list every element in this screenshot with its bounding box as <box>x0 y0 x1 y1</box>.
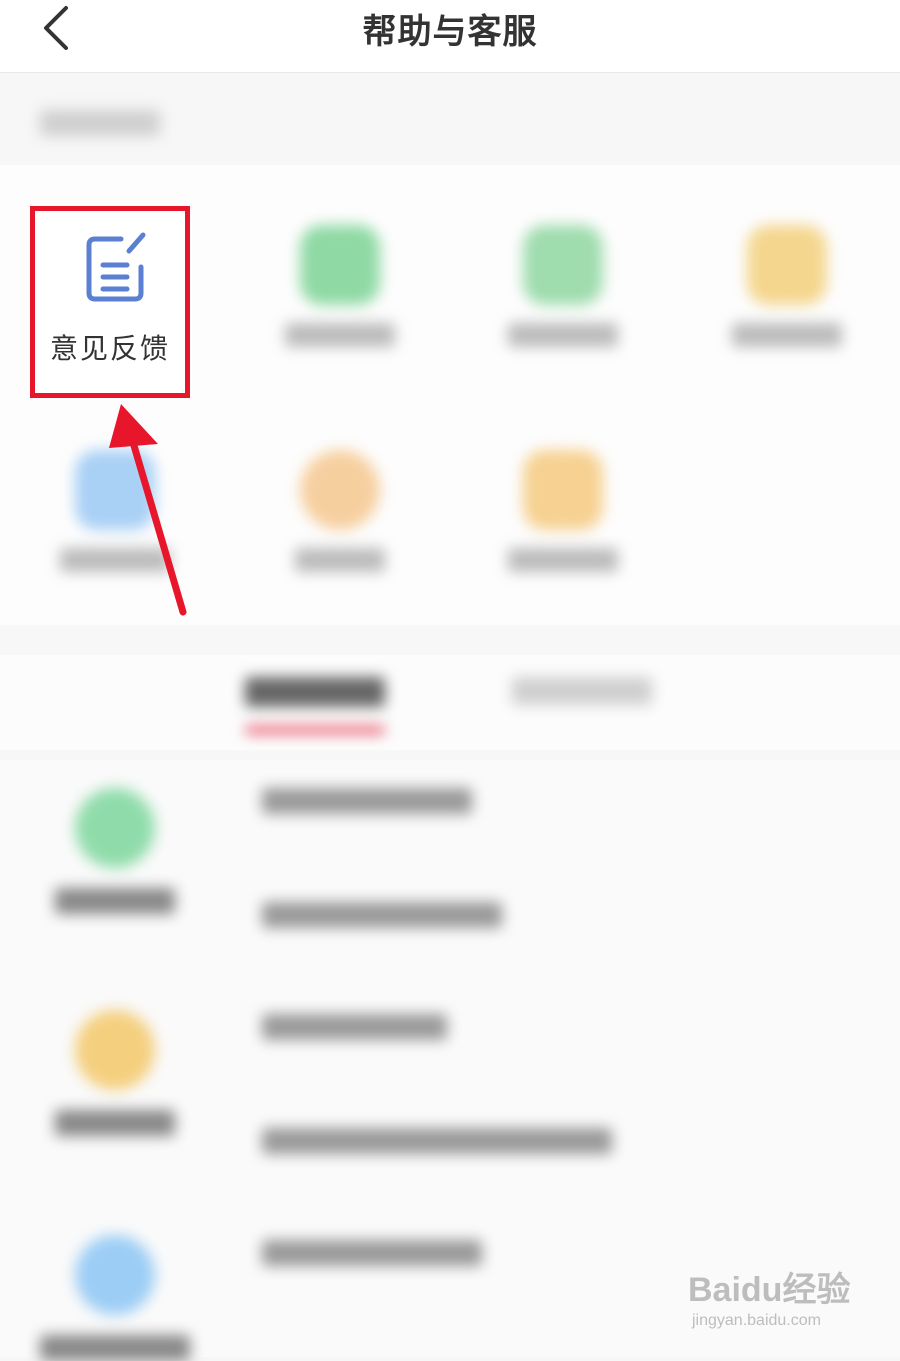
faq-question[interactable] <box>262 1014 447 1040</box>
service-icon <box>300 225 380 305</box>
watermark-brand: Baidu经验 <box>688 1271 851 1309</box>
faq-category[interactable] <box>40 1235 190 1361</box>
service-item[interactable] <box>478 225 648 415</box>
service-label <box>478 548 648 572</box>
category-icon <box>75 788 155 868</box>
tab-common-questions[interactable] <box>245 677 385 707</box>
faq-question[interactable] <box>262 788 472 814</box>
service-icon <box>747 225 827 305</box>
service-icon <box>523 450 603 530</box>
category-label <box>40 888 190 914</box>
service-icon <box>523 225 603 305</box>
category-icon <box>75 1010 155 1090</box>
service-label <box>478 323 648 347</box>
tab-active-indicator <box>245 727 385 733</box>
watermark: Baidu经验 jingyan.baidu.com <box>688 1262 868 1342</box>
category-label <box>40 1335 190 1361</box>
service-item[interactable] <box>255 450 425 640</box>
feedback-label: 意见反馈 <box>49 332 170 365</box>
category-label <box>40 1110 190 1136</box>
faq-question[interactable] <box>262 902 502 928</box>
tab-other[interactable] <box>512 677 652 705</box>
feedback-icon <box>86 232 146 302</box>
watermark-url: jingyan.baidu.com <box>692 1312 821 1329</box>
page-title: 帮助与客服 <box>362 12 538 52</box>
category-icon <box>75 1235 155 1315</box>
service-label <box>255 548 425 572</box>
faq-category[interactable] <box>40 788 190 914</box>
faq-question[interactable] <box>262 1128 612 1154</box>
faq-question[interactable] <box>262 1240 482 1266</box>
faq-category[interactable] <box>40 1010 190 1136</box>
feedback-button[interactable]: 意见反馈 <box>30 206 190 398</box>
service-icon <box>75 450 155 530</box>
service-item[interactable] <box>30 450 200 640</box>
service-label <box>702 323 872 347</box>
app-header: 帮助与客服 <box>0 0 900 73</box>
service-icon <box>300 450 380 530</box>
faq-tabs <box>0 655 900 750</box>
service-label <box>255 323 425 347</box>
service-item[interactable] <box>702 225 872 415</box>
service-item[interactable] <box>255 225 425 415</box>
section-label <box>40 110 160 136</box>
service-item[interactable] <box>478 450 648 640</box>
service-label <box>30 548 200 572</box>
